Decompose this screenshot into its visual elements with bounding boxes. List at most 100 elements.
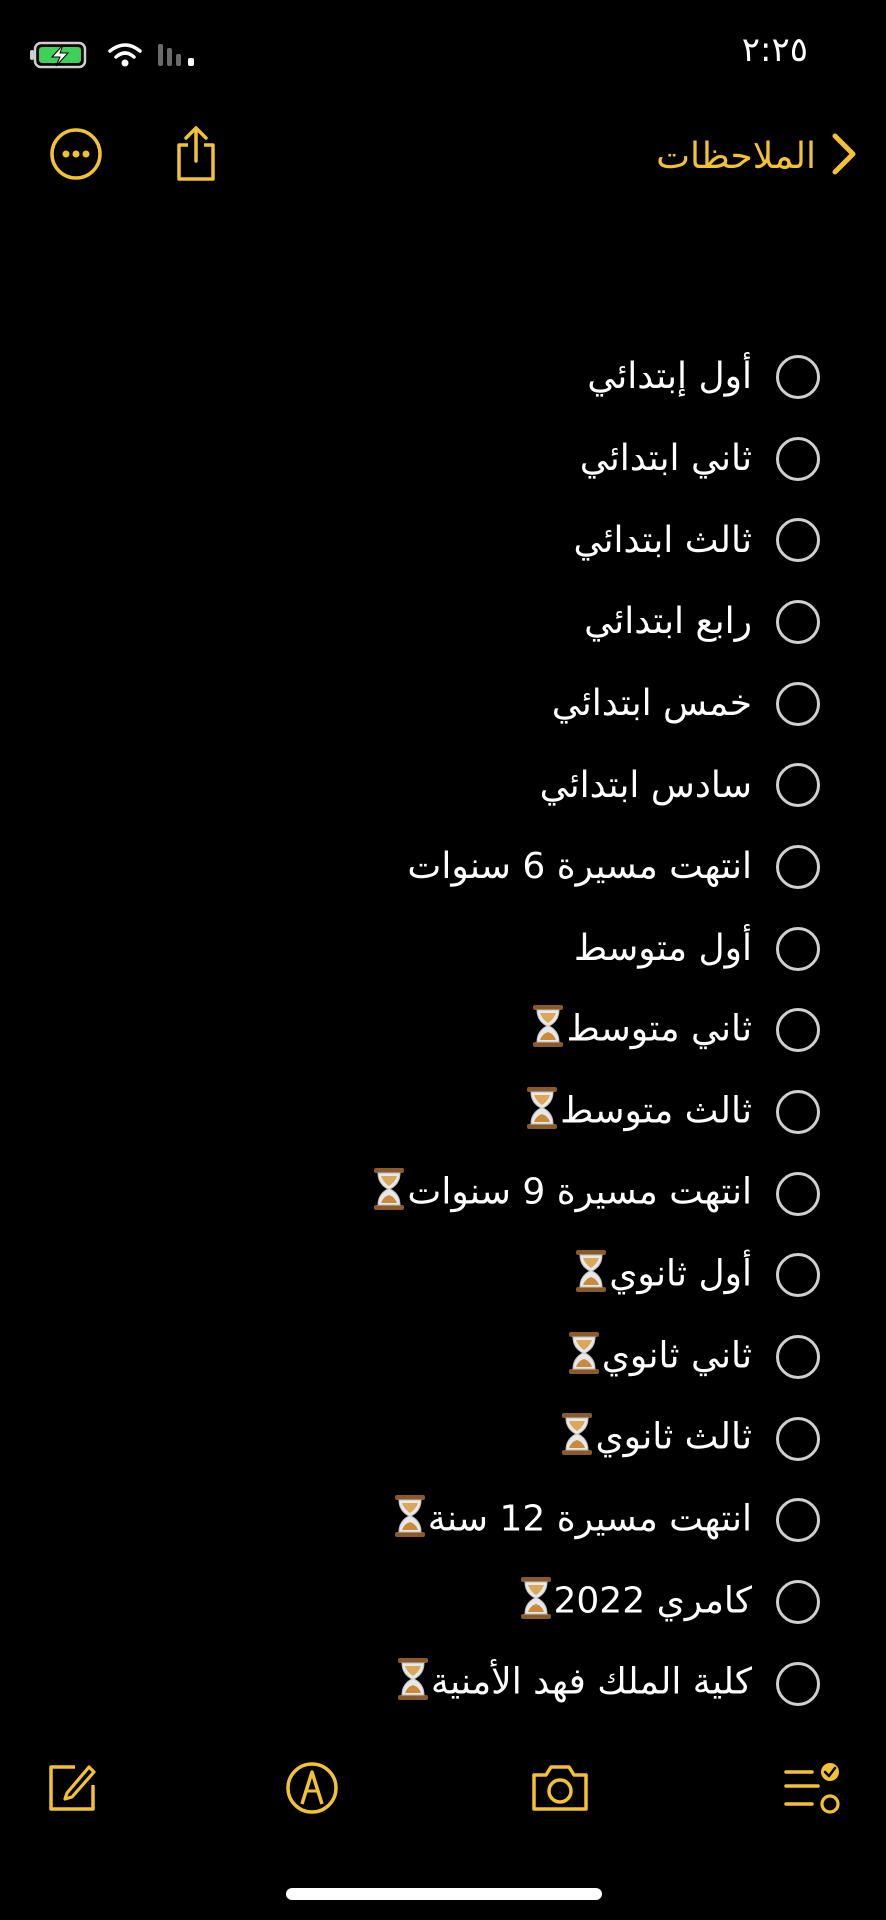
hourglass-icon: [566, 1331, 602, 1384]
checklist-item-text: ثالث متوسط: [518, 1086, 752, 1139]
checkbox-circle[interactable]: [776, 1253, 820, 1298]
hourglass-icon: [530, 1004, 566, 1057]
cellular-signal-icon: [158, 42, 202, 72]
checklist-item-label: سادس ابتدائي: [539, 764, 752, 806]
hourglass-icon: [371, 1167, 407, 1220]
checklist-item[interactable]: انتهت مسيرة 12 سنة: [40, 1480, 820, 1562]
checkbox-circle[interactable]: [776, 354, 820, 399]
hourglass-icon: [392, 1494, 428, 1547]
checkbox-circle[interactable]: [776, 518, 820, 563]
checklist-item-text: ثالث ثانوي: [553, 1412, 752, 1465]
back-button[interactable]: الملاحظات: [656, 120, 858, 192]
checkbox-circle[interactable]: [776, 926, 820, 971]
hourglass-icon: [518, 1576, 554, 1629]
checklist-item[interactable]: كامري 2022: [40, 1561, 820, 1643]
checklist-item-label: أول ثانوي: [609, 1253, 752, 1295]
status-time: ٢:٢٥: [741, 30, 808, 70]
hourglass-icon: [573, 1249, 609, 1302]
checklist-item-label: ثاني متوسط: [566, 1008, 752, 1050]
checklist-item-text: أول إبتدائي: [587, 356, 752, 397]
checkbox-circle[interactable]: [776, 1498, 820, 1543]
hourglass-icon: [559, 1412, 595, 1465]
bottom-toolbar: [0, 1752, 886, 1824]
checklist-item-label: ثالث ابتدائي: [573, 519, 752, 561]
camera-icon: [528, 1763, 592, 1817]
checklist-item-label: انتهت مسيرة 12 سنة: [427, 1498, 752, 1540]
checklist-item-label: أول متوسط: [573, 928, 752, 970]
checklist-item[interactable]: رابع ابتدائي: [40, 581, 820, 663]
checkbox-circle[interactable]: [776, 1171, 820, 1216]
checklist-item[interactable]: انتهت مسيرة 6 سنوات: [40, 826, 820, 908]
checkbox-circle[interactable]: [776, 681, 820, 726]
markup-button[interactable]: [280, 1758, 344, 1822]
checklist-item[interactable]: انتهت مسيرة 9 سنوات: [40, 1153, 820, 1235]
checkbox-circle[interactable]: [776, 599, 820, 644]
more-button[interactable]: [46, 126, 106, 186]
checklist-item-text: خمس ابتدائي: [552, 683, 752, 724]
checklist-item-label: خمس ابتدائي: [551, 683, 752, 725]
home-indicator[interactable]: [286, 1888, 602, 1900]
checkbox-circle[interactable]: [776, 1580, 820, 1625]
hourglass-icon: [395, 1657, 431, 1710]
checklist-item-label: كامري 2022: [553, 1580, 753, 1622]
checklist-item[interactable]: ثالث ثانوي: [40, 1398, 820, 1480]
checkbox-circle[interactable]: [776, 844, 820, 889]
checklist-item[interactable]: أول متوسط: [40, 908, 820, 990]
back-label: الملاحظات: [656, 135, 816, 177]
chevron-right-icon: [830, 132, 858, 180]
checklist-item[interactable]: ثالث متوسط: [40, 1071, 820, 1153]
checkbox-circle[interactable]: [776, 1008, 820, 1053]
checklist-item-text: سادس ابتدائي: [540, 765, 752, 806]
checklist-item-text: أول ثانوي: [567, 1249, 752, 1302]
checklist-item-text: انتهت مسيرة 9 سنوات: [365, 1167, 752, 1220]
checkbox-circle[interactable]: [776, 1335, 820, 1380]
checklist: أول إبتدائي ثاني ابتدائي ثالث ابتدائي رابع …: [40, 336, 820, 1725]
checklist-item-label: ثالث ثانوي: [595, 1416, 752, 1458]
checklist-item-text: انتهت مسيرة 6 سنوات: [407, 846, 752, 887]
ellipsis-circle-icon: [48, 126, 104, 186]
checklist-item-text: كامري 2022: [512, 1576, 753, 1629]
wifi-icon: [108, 42, 142, 72]
status-icons: [30, 40, 202, 74]
checklist-item-text: ثاني ثانوي: [560, 1331, 752, 1384]
checklist-item-text: أول متوسط: [574, 928, 752, 969]
checklist-item-text: ثاني متوسط: [524, 1004, 752, 1057]
status-bar: ٢:٢٥: [0, 0, 886, 110]
checkbox-circle[interactable]: [776, 1661, 820, 1706]
checklist-item-label: كلية الملك فهد الأمنية: [430, 1661, 752, 1703]
checklist-button[interactable]: [780, 1758, 844, 1822]
camera-button[interactable]: [528, 1758, 592, 1822]
battery-charging-icon: [30, 40, 92, 74]
checklist-item-label: ثاني ثانوي: [601, 1335, 752, 1377]
checklist-item-label: أول إبتدائي: [587, 356, 752, 398]
checklist-item-label: انتهت مسيرة 9 سنوات: [407, 1171, 752, 1213]
checklist-item[interactable]: سادس ابتدائي: [40, 744, 820, 826]
checklist-item[interactable]: ثاني ثانوي: [40, 1316, 820, 1398]
share-icon: [171, 125, 221, 187]
compose-icon: [45, 1761, 99, 1819]
checklist-item[interactable]: أول ثانوي: [40, 1235, 820, 1317]
checklist-item[interactable]: كلية الملك فهد الأمنية: [40, 1643, 820, 1725]
checklist-item[interactable]: أول إبتدائي: [40, 336, 820, 418]
checklist-item-label: ثاني ابتدائي: [579, 438, 752, 480]
checkbox-circle[interactable]: [776, 1416, 820, 1461]
compose-button[interactable]: [40, 1758, 104, 1822]
checkbox-circle[interactable]: [776, 763, 820, 808]
checklist-item-text: كلية الملك فهد الأمنية: [389, 1657, 752, 1710]
checklist-item-label: ثالث متوسط: [560, 1090, 752, 1132]
markup-icon: [284, 1760, 340, 1820]
checklist-item-text: انتهت مسيرة 12 سنة: [386, 1494, 752, 1547]
checkbox-circle[interactable]: [776, 1090, 820, 1135]
checklist-item-text: رابع ابتدائي: [584, 601, 752, 642]
checklist-item[interactable]: خمس ابتدائي: [40, 663, 820, 745]
checklist-item-text: ثالث ابتدائي: [573, 520, 752, 561]
checkbox-circle[interactable]: [776, 436, 820, 481]
share-button[interactable]: [166, 126, 226, 186]
checklist-item-label: انتهت مسيرة 6 سنوات: [407, 846, 752, 888]
checklist-item[interactable]: ثاني متوسط: [40, 990, 820, 1072]
checklist-item[interactable]: ثالث ابتدائي: [40, 499, 820, 581]
hourglass-icon: [524, 1086, 560, 1139]
checklist-item-label: رابع ابتدائي: [584, 601, 752, 643]
checklist-item-text: ثاني ابتدائي: [580, 438, 752, 479]
checklist-item[interactable]: ثاني ابتدائي: [40, 418, 820, 500]
